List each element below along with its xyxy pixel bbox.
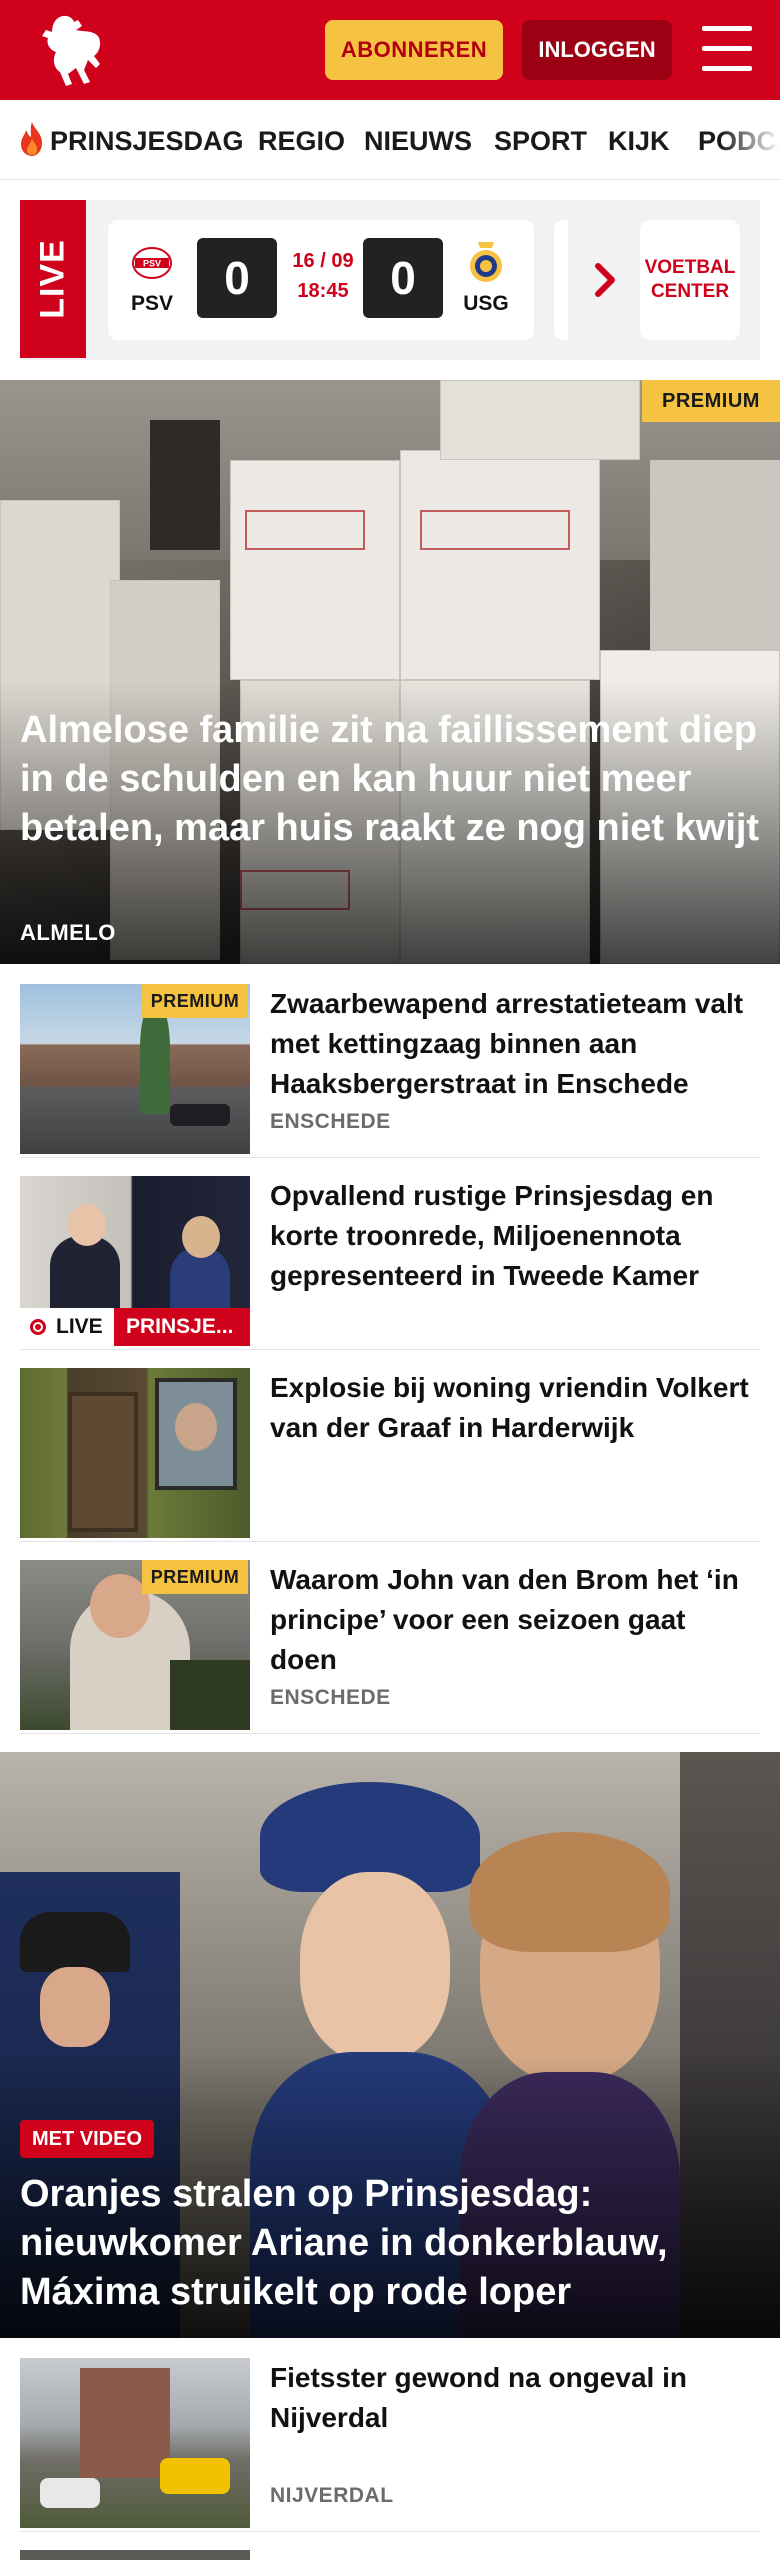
usg-logo-icon	[470, 242, 502, 282]
article-location: ENSCHEDE	[270, 1686, 391, 1709]
article-title[interactable]: Opvallend rustige Prinsjesdag en korte t…	[270, 1176, 760, 1296]
away-score: 0	[363, 238, 443, 318]
premium-badge: PREMIUM	[642, 380, 780, 422]
hero-title[interactable]: Almelose familie zit na faillissement di…	[20, 706, 765, 853]
video-badge: MET VIDEO	[20, 2120, 155, 2158]
subscribe-button[interactable]: ABONNEREN	[325, 20, 503, 80]
match-datetime: 16 / 09 18:45	[292, 250, 354, 302]
hero-location: ALMELO	[20, 920, 116, 945]
premium-badge: PREMIUM	[142, 1560, 248, 1594]
live-indicator: LIVE	[20, 1308, 116, 1346]
article-title[interactable]: Explosie bij woning vriendin Volkert van…	[270, 1368, 760, 1448]
article-location: NIJVERDAL	[270, 2484, 394, 2507]
featured-title[interactable]: Oranjes stralen op Prinsjesdag: nieuwkom…	[20, 2170, 765, 2317]
live-dot-icon	[30, 1319, 46, 1335]
list-item[interactable]: Explosie bij woning vriendin Volkert van…	[20, 1368, 760, 1542]
list-item[interactable]: LIVE PRINSJE... Opvallend rustige Prinsj…	[20, 1176, 760, 1350]
home-score: 0	[197, 238, 277, 318]
category-badge[interactable]: PRINSJE...	[114, 1308, 250, 1346]
hero-article[interactable]	[0, 380, 780, 964]
article-title-peek	[270, 2550, 750, 2560]
article-thumbnail	[20, 1368, 250, 1538]
article-thumbnail	[20, 2550, 250, 2560]
psv-logo-icon: PSV	[132, 247, 172, 279]
tubantia-logo[interactable]	[38, 12, 108, 88]
login-button[interactable]: INLOGGEN	[522, 20, 672, 80]
flame-icon	[21, 122, 42, 156]
chevron-right-icon[interactable]	[590, 262, 620, 298]
svg-text:PSV: PSV	[143, 259, 161, 269]
nav-item-prinsjesdag[interactable]: PRINSJESDAG	[50, 126, 244, 157]
section-nav: PRINSJESDAG REGIO NIEUWS SPORT KIJK PODC…	[0, 100, 780, 180]
article-thumbnail	[20, 2358, 250, 2528]
article-location: ENSCHEDE	[270, 1110, 391, 1133]
list-item[interactable]: PREMIUM Waarom John van den Brom het ‘in…	[20, 1560, 760, 1734]
article-title[interactable]: Zwaarbewapend arrestatieteam valt met ke…	[270, 984, 760, 1104]
live-badge: LIVE	[20, 200, 86, 358]
premium-badge: PREMIUM	[142, 984, 248, 1018]
article-title[interactable]: Waarom John van den Brom het ‘in princip…	[270, 1560, 760, 1680]
away-team-name: USG	[463, 292, 509, 315]
list-item[interactable]: Fietsster gewond na ongeval in Nijverdal…	[20, 2358, 760, 2532]
home-team-name: PSV	[130, 292, 174, 315]
voetbal-center-link[interactable]: VOETBAL CENTER	[640, 220, 740, 340]
nav-item-nieuws[interactable]: NIEUWS	[364, 126, 472, 157]
nav-item-sport[interactable]: SPORT	[494, 126, 587, 157]
article-title[interactable]: Fietsster gewond na ongeval in Nijverdal	[270, 2358, 760, 2438]
list-item[interactable]: PREMIUM Zwaarbewapend arrestatieteam val…	[20, 984, 760, 1158]
nav-item-regio[interactable]: REGIO	[258, 126, 345, 157]
menu-icon[interactable]	[702, 26, 752, 72]
nav-item-kijk[interactable]: KIJK	[608, 126, 670, 157]
